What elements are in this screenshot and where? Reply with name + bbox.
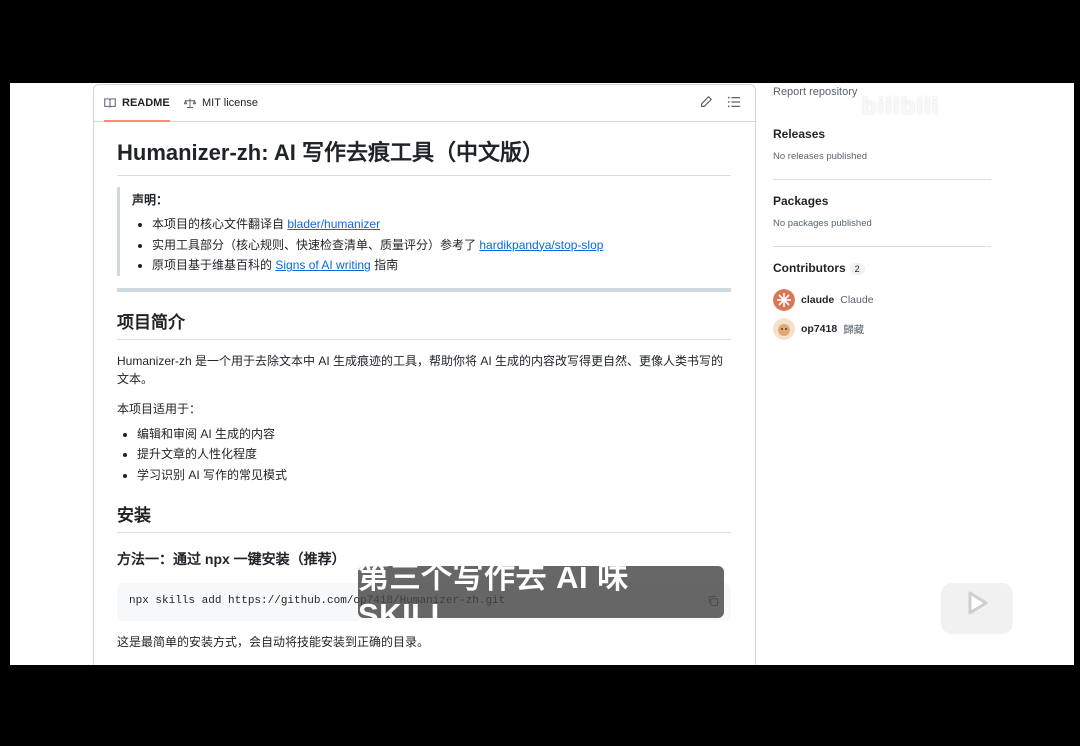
list-icon[interactable]: [727, 95, 741, 109]
report-repository-link[interactable]: Report repository: [773, 86, 857, 98]
tab-readme-label: README: [122, 96, 170, 109]
contributor-name: Claude: [840, 294, 874, 306]
avatar: [773, 289, 795, 311]
packages-meta: No packages published: [773, 218, 872, 229]
intro-text: Humanizer-zh 是一个用于去除文本中 AI 生成痕迹的工具，帮助你将 …: [117, 353, 724, 386]
packages-section: Packages No packages published: [773, 194, 991, 229]
contributor-op7418[interactable]: op7418 歸藏: [773, 318, 864, 340]
divider: [773, 179, 991, 180]
bilibili-tv-icon[interactable]: [932, 557, 1022, 643]
link-signs-of-ai-writing[interactable]: Signs of AI writing: [275, 258, 370, 272]
notice-text: 本项目的核心文件翻译自: [152, 217, 288, 231]
notice-text: 原项目基于维基百科的: [152, 258, 276, 272]
contributor-login: claude: [801, 294, 835, 306]
contributors-section: Contributors 2: [773, 261, 991, 275]
contributors-title[interactable]: Contributors 2: [773, 261, 991, 275]
usage-label: 本项目适用于：: [117, 401, 202, 416]
contributors-label: Contributors: [773, 261, 846, 275]
list-item: 编辑和审阅 AI 生成的内容: [137, 424, 731, 445]
notice-title: 声明：: [132, 193, 169, 207]
install-heading: 安装: [117, 501, 731, 533]
scale-icon: [184, 98, 196, 108]
video-subtitle: 第三个写作去 AI 味 SKILL: [358, 560, 724, 632]
list-item: 本项目的核心文件翻译自 blader/humanizer: [152, 214, 731, 235]
list-item: 学习识别 AI 写作的常见模式: [137, 465, 731, 486]
bilibili-watermark: bilibili: [862, 93, 940, 120]
divider: [773, 246, 991, 247]
notice-text: 指南: [370, 258, 399, 272]
list-item: 实用工具部分（核心规则、快速检查清单、质量评分）参考了 hardikpandya…: [152, 235, 731, 256]
pencil-icon[interactable]: [699, 95, 713, 109]
releases-meta: No releases published: [773, 151, 868, 162]
releases-title[interactable]: Releases: [773, 127, 991, 141]
contributor-claude[interactable]: claude Claude: [773, 289, 874, 311]
notice-text: 实用工具部分（核心规则、快速检查清单、质量评分）参考了: [152, 237, 480, 252]
intro-heading: 项目简介: [117, 308, 731, 340]
notice-quote: 声明： 本项目的核心文件翻译自 blader/humanizer 实用工具部分（…: [117, 187, 731, 276]
divider: [117, 287, 731, 292]
after-install-text: 这是最简单的安装方式，会自动将技能安装到正确的目录。: [117, 635, 430, 649]
contributors-count-badge: 2: [849, 263, 865, 275]
tab-readme[interactable]: README: [104, 85, 170, 122]
avatar: [773, 318, 795, 340]
tab-license-label: MIT license: [202, 97, 259, 109]
link-blader-humanizer[interactable]: blader/humanizer: [287, 217, 380, 231]
contributor-login: op7418: [801, 323, 838, 335]
book-icon: [104, 97, 116, 108]
page-title: Humanizer-zh: AI 写作去痕工具（中文版）: [117, 135, 731, 176]
tab-license[interactable]: MIT license: [184, 85, 258, 121]
list-item: 原项目基于维基百科的 Signs of AI writing 指南: [152, 255, 731, 276]
link-stop-slop[interactable]: hardikpandya/stop-slop: [479, 238, 603, 252]
packages-title[interactable]: Packages: [773, 194, 991, 208]
releases-section: Releases No releases published: [773, 127, 991, 162]
contributor-name: 歸藏: [843, 323, 865, 336]
list-item: 提升文章的人性化程度: [137, 444, 731, 465]
readme-tabbar: README MIT license: [94, 85, 755, 122]
